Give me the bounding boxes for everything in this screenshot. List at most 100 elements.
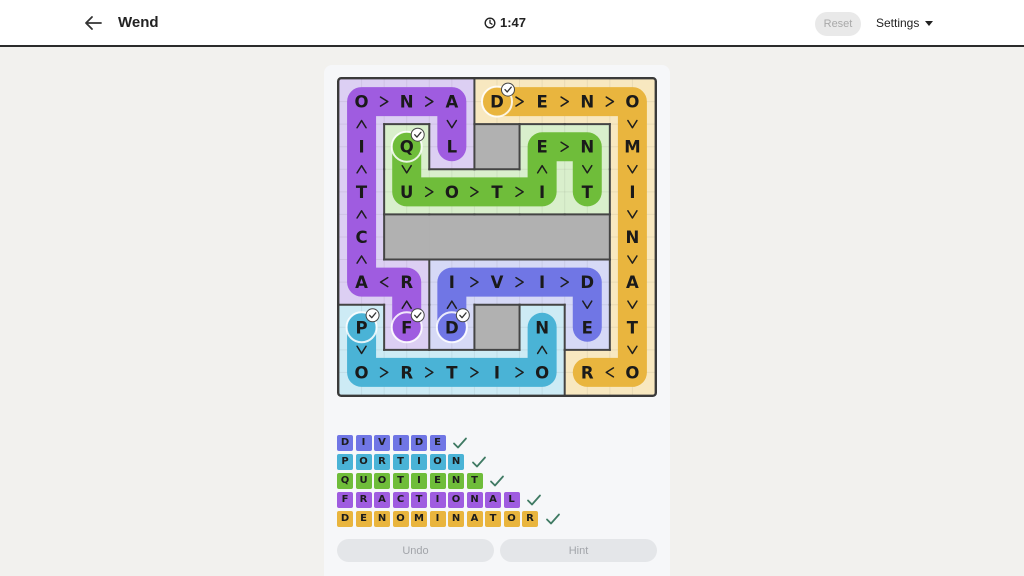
word-tile: A (466, 510, 483, 527)
word-tile: T (485, 510, 501, 527)
board-letter[interactable]: D (445, 318, 459, 337)
board-letter[interactable]: L (447, 138, 458, 157)
word-tile: D (337, 434, 353, 451)
board-letter[interactable]: N (400, 93, 414, 112)
word-tile: R (522, 510, 538, 527)
word-tile: O (503, 510, 520, 527)
board-letter[interactable]: P (356, 318, 368, 337)
word-row-portion: PORTION (337, 452, 561, 471)
found-check-icon (527, 494, 541, 505)
board-letter[interactable]: A (445, 93, 458, 112)
board-letter[interactable]: T (627, 318, 639, 337)
word-tile: R (355, 491, 372, 508)
word-tile: N (374, 510, 390, 527)
word-tile: F (337, 491, 353, 508)
board-letter[interactable]: R (581, 363, 594, 382)
board-letter[interactable]: E (536, 93, 547, 112)
word-tile: C (392, 491, 409, 508)
board-letter[interactable]: C (356, 228, 368, 247)
undo-button[interactable]: Undo (337, 539, 494, 562)
board-letter[interactable]: I (358, 138, 364, 157)
board-letter[interactable]: I (449, 273, 455, 292)
board-letter[interactable]: N (535, 318, 549, 337)
found-check-icon (490, 475, 504, 486)
word-tile: A (374, 491, 390, 508)
blocked-cell (474, 304, 521, 351)
word-tile: Q (337, 472, 353, 489)
word-tile: N (448, 453, 464, 470)
word-tile: E (429, 434, 446, 451)
blocked-cell (519, 214, 566, 261)
check-badge-icon (410, 127, 425, 142)
word-tile: T (466, 472, 483, 489)
check-badge-icon (410, 308, 425, 323)
puzzle-board[interactable]: O N A D E N O I Q L E N M T U O T I T I C N A R I V I D A P F D N E T O R T I O… (337, 77, 657, 397)
check-badge-icon (455, 308, 470, 323)
hint-button[interactable]: Hint (500, 539, 657, 562)
word-row-fractional: FRACTIONAL (337, 490, 561, 509)
reset-button[interactable]: Reset (815, 12, 861, 36)
board-letter[interactable]: A (355, 273, 368, 292)
board-letter[interactable]: V (491, 273, 504, 292)
board-letter[interactable]: O (445, 183, 459, 202)
word-tile: I (411, 453, 427, 470)
word-row-divide: DIVIDE (337, 433, 561, 452)
board-letter[interactable]: N (580, 93, 594, 112)
blocked-cell (564, 214, 611, 261)
board-letter[interactable]: T (491, 183, 503, 202)
word-tile: I (411, 472, 427, 489)
board-letter[interactable]: F (401, 318, 412, 337)
word-tile: T (392, 453, 409, 470)
board-letter[interactable]: N (580, 138, 594, 157)
check-badge-icon (365, 308, 380, 323)
word-tile: N (448, 510, 464, 527)
board-letter[interactable]: N (626, 228, 640, 247)
board-letter[interactable]: T (356, 183, 368, 202)
board-letter[interactable]: O (625, 363, 639, 382)
board-letter[interactable]: U (400, 183, 413, 202)
word-tile: O (429, 453, 446, 470)
timer: 1:47 (484, 15, 526, 30)
board-letter[interactable]: D (490, 93, 504, 112)
board-letter[interactable]: E (582, 318, 593, 337)
word-tile: O (355, 453, 372, 470)
word-tile: E (429, 472, 446, 489)
word-tile: R (374, 453, 390, 470)
board-letter[interactable]: O (535, 363, 549, 382)
word-tile: O (448, 491, 464, 508)
board-letter[interactable]: E (536, 138, 547, 157)
board-letter[interactable]: I (539, 183, 545, 202)
word-tile: T (392, 472, 409, 489)
back-arrow-icon[interactable] (82, 12, 104, 34)
board-letter[interactable]: A (626, 273, 639, 292)
word-tile: L (503, 491, 520, 508)
board-letter[interactable]: M (624, 138, 640, 157)
board-letter[interactable]: O (355, 363, 369, 382)
board-letter[interactable]: I (539, 273, 545, 292)
found-words-list: DIVIDEPORTIONQUOTIENTFRACTIONALDENOMINAT… (337, 433, 561, 528)
board-letter[interactable]: Q (400, 138, 414, 157)
check-badge-icon (500, 82, 515, 97)
board-letter[interactable]: R (400, 363, 413, 382)
board-letter[interactable]: T (446, 363, 458, 382)
blocked-cell (384, 214, 430, 261)
word-tile: E (355, 510, 372, 527)
word-tile: I (429, 510, 446, 527)
board-letter[interactable]: R (400, 273, 413, 292)
board-letter[interactable]: O (625, 93, 639, 112)
found-check-icon (471, 456, 486, 467)
word-tile: P (337, 453, 353, 470)
board-letter[interactable]: D (580, 273, 594, 292)
word-tile: U (355, 472, 372, 489)
settings-button[interactable]: Settings (876, 16, 934, 30)
board-letter[interactable]: I (629, 183, 635, 202)
board-letter[interactable]: I (494, 363, 500, 382)
word-tile: V (374, 434, 390, 451)
app-title: Wend (118, 14, 159, 31)
board-letter[interactable]: O (355, 93, 369, 112)
caret-down-icon (925, 20, 934, 26)
settings-label: Settings (876, 16, 920, 30)
timer-value: 1:47 (500, 15, 527, 30)
board-letter[interactable]: T (582, 183, 594, 202)
blocked-cell (429, 214, 475, 261)
